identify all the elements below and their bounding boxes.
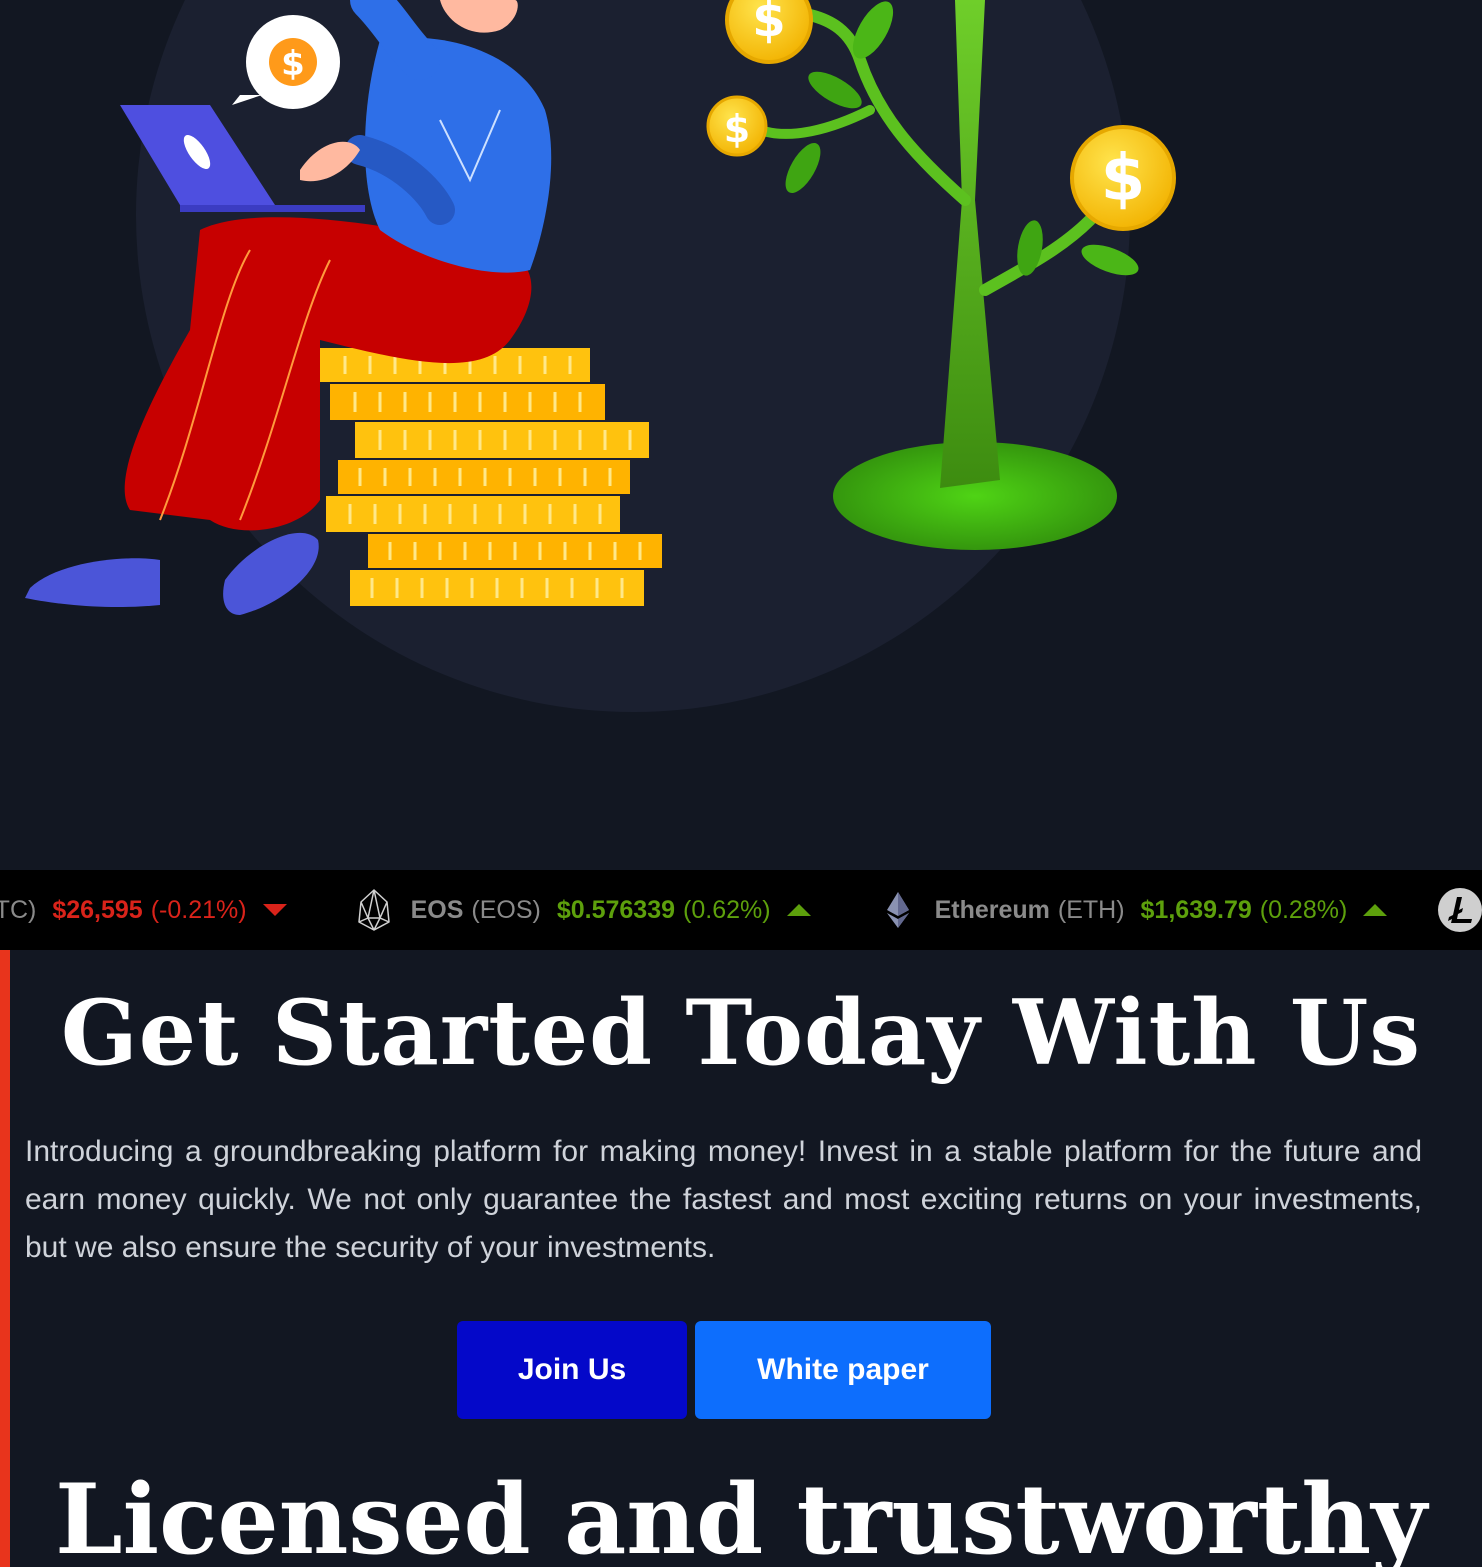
dollar-coin-icon: $ [1070, 125, 1176, 231]
dollar-coin-icon: $ [706, 95, 768, 157]
ethereum-icon [886, 892, 909, 928]
hero-illustration-svg: $ $ $ $ [25, 0, 1176, 712]
svg-text:$: $ [724, 107, 750, 151]
coin-change: (0.28%) [1259, 895, 1348, 924]
svg-text:$: $ [1101, 142, 1146, 216]
arrow-up-icon [786, 904, 811, 916]
dollar-coin-icon: $ [725, 0, 813, 64]
ticker-item-eos[interactable]: EOS (EOS) $0.576339 (0.62%) [357, 888, 811, 932]
coin-symbol: (ETH) [1057, 895, 1125, 924]
arrow-up-icon [1363, 904, 1388, 916]
coin-price: $26,595 [52, 895, 143, 924]
crypto-ticker: BTC) $26,595 (-0.21%) EOS (EOS) $0.57633… [0, 870, 1482, 950]
coin-symbol: (EOS) [471, 895, 541, 924]
hero-illustration: $ $ $ $ [0, 0, 1482, 870]
litecoin-icon [1438, 888, 1482, 932]
ticker-track: BTC) $26,595 (-0.21%) EOS (EOS) $0.57633… [0, 870, 1482, 950]
page-title: Get Started Today With Us [60, 980, 1422, 1086]
svg-text:$: $ [752, 0, 785, 48]
coin-change: (-0.21%) [150, 895, 247, 924]
main-content: Get Started Today With Us Introducing a … [0, 950, 1482, 1567]
coin-name: EOS [410, 895, 464, 924]
arrow-down-icon [262, 904, 287, 916]
page: $ $ $ $ TC) $26,595 (-0.21%) EOS (EOS) $… [0, 0, 1482, 1567]
white-paper-button[interactable]: White paper [695, 1321, 991, 1419]
ticker-item-btc[interactable]: BTC) $26,595 (-0.21%) [0, 896, 287, 925]
coin-price: $1,639.79 [1140, 895, 1252, 924]
coin-change: (0.62%) [683, 895, 771, 924]
coin-name: Ethereum [934, 895, 1050, 924]
ticker-item-eth[interactable]: Ethereum (ETH) $1,639.79 (0.28%) [881, 888, 1388, 932]
eos-icon [357, 889, 390, 931]
svg-text:$: $ [281, 44, 305, 84]
coin-symbol: BTC) [0, 895, 37, 924]
coin-price: $0.576339 [556, 895, 676, 924]
join-us-button[interactable]: Join Us [457, 1321, 687, 1419]
ticker-item-ltc[interactable] [1437, 887, 1482, 933]
intro-paragraph: Introducing a groundbreaking platform fo… [25, 1135, 1422, 1264]
section-title-licensed: Licensed and trustworthy [55, 1463, 1427, 1567]
